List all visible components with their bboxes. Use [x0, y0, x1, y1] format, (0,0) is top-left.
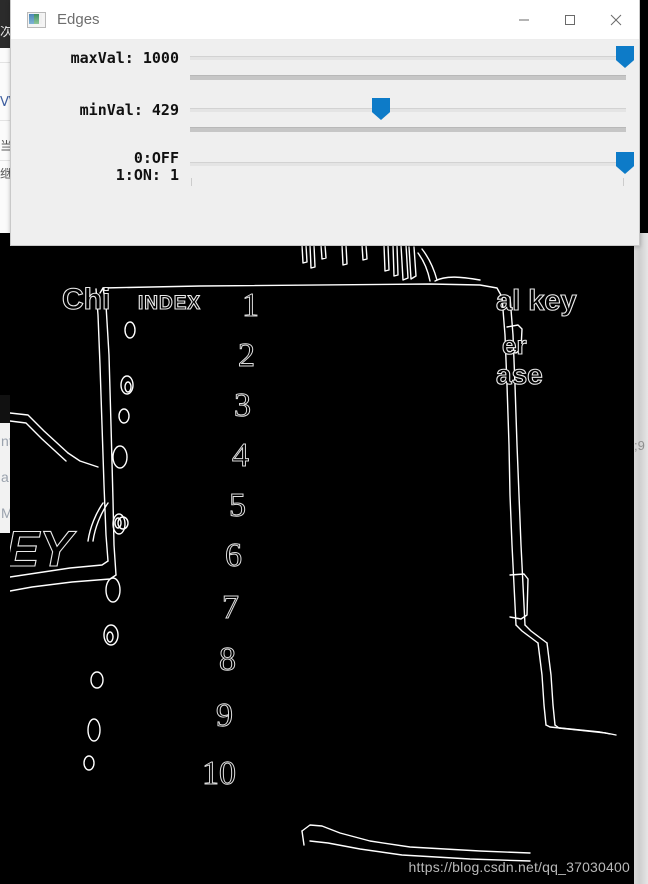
trackbar-minval[interactable]: minVal: 429 — [11, 96, 639, 148]
index-number: 3 — [234, 387, 252, 425]
index-number: 9 — [216, 697, 234, 735]
index-number: 2 — [238, 337, 256, 375]
index-number: 6 — [225, 537, 243, 575]
index-number: 4 — [232, 437, 250, 475]
image-thumbnail-icon — [27, 11, 46, 28]
trackbar-minval-track[interactable] — [190, 108, 626, 112]
index-number: 7 — [222, 589, 240, 627]
trackbar-onoff-track[interactable] — [190, 162, 626, 166]
trackbar-onoff-thumb[interactable] — [616, 152, 634, 174]
trackbar-maxval-track[interactable] — [190, 56, 626, 60]
edge-contours — [10, 245, 617, 862]
close-icon — [610, 14, 622, 25]
trackbar-onoff[interactable]: 0:OFF 1:ON: 1 — [11, 150, 639, 202]
window-titlebar[interactable]: Edges — [11, 0, 639, 40]
maximize-icon — [565, 14, 575, 25]
edge-text-ey: EY — [10, 520, 73, 577]
watermark-url: https://blog.csdn.net/qq_37030400 — [408, 859, 630, 875]
trackbar-maxval-label: maxVal: 1000 — [70, 49, 179, 67]
index-number: 1 — [242, 287, 260, 325]
trackbar-onoff-tick-min — [191, 178, 192, 186]
index-number: 8 — [219, 641, 237, 679]
close-button[interactable] — [593, 0, 639, 39]
index-number: 10 — [202, 755, 237, 793]
background-right-scroll-strip: ;9 — [634, 233, 648, 884]
trackbar-minval-label: minVal: 429 — [79, 101, 179, 119]
trackbar-onoff-label-line1: 0:OFF — [133, 149, 179, 167]
minimize-icon — [519, 19, 529, 20]
trackbar-maxval-thumb[interactable] — [616, 46, 634, 68]
background-right-text: ;9 — [634, 438, 645, 453]
edge-detection-image: Chi INDEX al key er ase EY 1 2 3 4 5 6 7… — [10, 245, 634, 884]
edge-text-chi: Chi — [61, 282, 111, 316]
maximize-button[interactable] — [547, 0, 593, 39]
edge-text-ase: ase — [495, 358, 543, 390]
trackbar-maxval-track-secondary[interactable] — [190, 75, 626, 80]
edge-text-alkey: al key — [495, 284, 577, 317]
index-number: 5 — [229, 487, 247, 525]
window-title: Edges — [57, 11, 100, 28]
edges-window: Edges maxVal: 1000 minVal: 429 0:OFF 1:O… — [10, 0, 640, 246]
trackbar-panel: maxVal: 1000 minVal: 429 0:OFF 1:ON: 1 — [11, 40, 639, 244]
edge-text-index: INDEX — [137, 292, 202, 314]
trackbar-onoff-tick-max — [623, 178, 624, 186]
trackbar-minval-thumb[interactable] — [372, 98, 390, 120]
trackbar-maxval[interactable]: maxVal: 1000 — [11, 44, 639, 96]
trackbar-minval-track-secondary[interactable] — [190, 127, 626, 132]
trackbar-onoff-label: 0:OFF 1:ON: 1 — [11, 150, 179, 184]
trackbar-onoff-label-line2: 1:ON: 1 — [115, 166, 179, 184]
window-controls — [501, 0, 639, 39]
minimize-button[interactable] — [501, 0, 547, 39]
edge-text-er: er — [501, 329, 527, 360]
